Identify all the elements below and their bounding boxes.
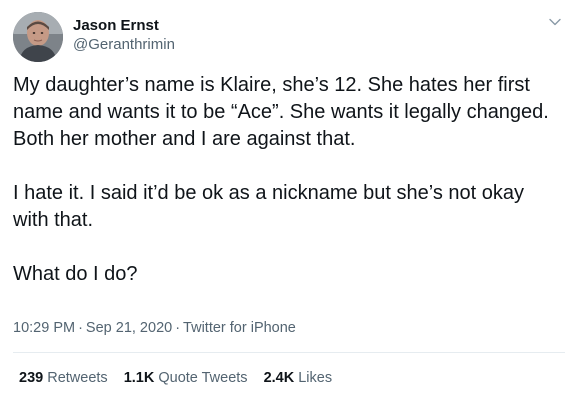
tweet-paragraph: I hate it. I said it’d be ok as a nickna… (13, 182, 525, 231)
tweet-text: My daughter’s name is Klaire, she’s 12. … (13, 72, 565, 288)
tweet-card: Jason Ernst @Geranthrimin My daughter’s … (0, 0, 577, 400)
quote-tweets-stat[interactable]: 1.1K Quote Tweets (124, 369, 248, 388)
separator: · (78, 320, 83, 336)
author-display-name[interactable]: Jason Ernst (73, 16, 175, 35)
avatar[interactable] (13, 12, 63, 62)
profile-photo-icon (13, 12, 63, 62)
retweets-label: Retweets (47, 370, 108, 386)
tweet-header: Jason Ernst @Geranthrimin (13, 10, 565, 62)
tweet-time[interactable]: 10:29 PM (13, 320, 75, 336)
tweet-paragraph: My daughter’s name is Klaire, she’s 12. … (13, 74, 549, 150)
likes-count: 2.4K (263, 370, 295, 386)
retweets-count: 239 (19, 370, 44, 386)
engagement-stats: 239 Retweets 1.1K Quote Tweets 2.4K Likes (19, 369, 348, 388)
tweet-metadata: 10:29 PM · Sep 21, 2020 · Twitter for iPhone (13, 319, 296, 338)
author-handle[interactable]: @Geranthrimin (73, 35, 175, 54)
retweets-stat[interactable]: 239 Retweets (19, 369, 108, 388)
chevron-down-icon[interactable] (547, 14, 563, 30)
quote-tweets-label: Quote Tweets (158, 370, 248, 386)
divider (13, 352, 565, 353)
author-names: Jason Ernst @Geranthrimin (73, 16, 175, 54)
quote-tweets-count: 1.1K (123, 370, 155, 386)
likes-label: Likes (298, 370, 333, 386)
tweet-paragraph: What do I do? (13, 263, 138, 285)
separator: · (175, 320, 181, 336)
tweet-source[interactable]: Twitter for iPhone (183, 320, 296, 336)
likes-stat[interactable]: 2.4K Likes (264, 369, 333, 388)
tweet-date[interactable]: Sep 21, 2020 (86, 320, 172, 336)
